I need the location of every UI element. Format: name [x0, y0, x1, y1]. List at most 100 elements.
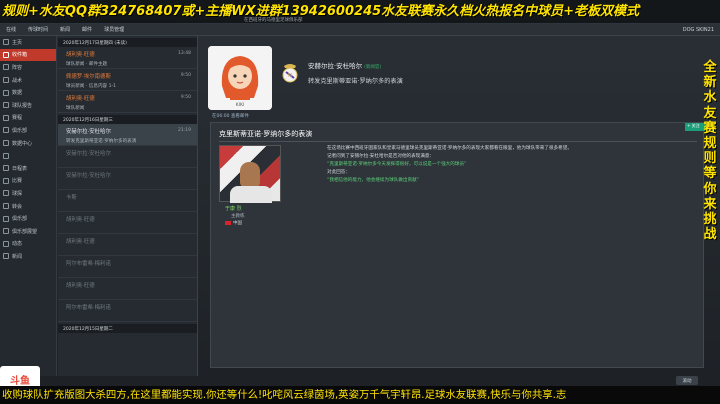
overlay-banner-top: 规则+水友QQ群324768407或+主播WX进群13942600245水友联赛… — [2, 4, 640, 19]
menu-item[interactable]: 新闻 — [54, 26, 76, 33]
message-sender: 阿尔布雷希·梅利诺 — [66, 261, 111, 267]
sidebar-item[interactable]: 日程表 — [0, 162, 56, 175]
sender-role-tag: (新闻官) — [364, 65, 382, 70]
sidebar-icon — [3, 77, 9, 84]
message-subject: 转发克里斯蒂亚诺·罗纳尔多的表演 — [308, 78, 403, 85]
message-item[interactable]: 胡利奥·旺德 — [58, 234, 197, 256]
banner-char: 战 — [703, 227, 717, 243]
message-item[interactable]: 胡利奥·旺德 — [58, 212, 197, 234]
menu-item[interactable]: 邮件 — [76, 26, 98, 33]
sidebar-item[interactable]: 球探 — [0, 187, 56, 200]
banner-char: 规 — [703, 136, 717, 152]
message-item[interactable]: 胡利奥·旺德 — [58, 278, 197, 300]
overlay-banner-right: 全新水友赛规则等你来挑战 — [701, 60, 719, 242]
sidebar-item[interactable]: 动态 — [0, 238, 56, 251]
sidebar-item[interactable]: 数据中心 — [0, 137, 56, 150]
sender-avatar: KIKI — [208, 46, 272, 110]
sidebar-item-label: 收件箱 — [12, 52, 28, 59]
sidebar-item-label: 球队报告 — [12, 102, 33, 109]
sidebar-item[interactable]: 新闻 — [0, 250, 56, 263]
player-face — [240, 162, 260, 188]
sidebar-item-label: 战术 — [12, 77, 23, 84]
sidebar-item[interactable]: 俱乐部 — [0, 212, 56, 225]
banner-char: 挑 — [703, 212, 717, 228]
sidebar-item[interactable]: 战术 — [0, 74, 56, 87]
message-body: 在这场比赛中西班牙国家队和皇家马德里球员克里斯蒂亚诺·罗纳尔多的表现大家都看在眼… — [327, 145, 697, 185]
message-item[interactable]: 安赫尔拉·安杜哈尔 — [58, 168, 197, 190]
banner-char: 水 — [703, 90, 717, 106]
sidebar-item[interactable]: 转会 — [0, 200, 56, 213]
message-subject: 转发克里斯蒂亚诺·罗纳尔多的表演 — [66, 139, 137, 144]
sidebar-item[interactable]: 主页 — [0, 36, 56, 49]
body-para: 记者问到了安赫尔拉·安杜哈尔是否对他的表现满意： — [327, 154, 435, 159]
message-item[interactable]: 佩德罗·埃尔南德斯 球员新闻 · 信息内容 1-1 9:50 — [58, 69, 197, 91]
menu-item[interactable]: 传球时间 — [22, 26, 54, 33]
menu-bar: 在线 传球时间 新闻 邮件 球员管理 DOG SKIN21 — [0, 24, 720, 36]
svg-text:M: M — [288, 73, 292, 79]
message-sender: 胡利奥·旺德 — [66, 283, 95, 289]
sidebar-item[interactable]: 比赛 — [0, 175, 56, 188]
scroll-button[interactable]: 滚动 — [676, 376, 698, 385]
banner-char: 新 — [703, 75, 717, 91]
message-item[interactable]: 胡利奥·旺德 球队新闻 9:50 — [58, 91, 197, 113]
sidebar-item[interactable]: 阵容 — [0, 61, 56, 74]
sidebar-item-label: 动态 — [12, 241, 23, 248]
message-time: 21:19 — [178, 128, 191, 133]
player-position: 主教练 — [231, 214, 245, 219]
sidebar-item-label: 俱乐部展望 — [12, 228, 38, 235]
sidebar-icon — [3, 190, 9, 197]
sidebar-item[interactable]: 数据 — [0, 86, 56, 99]
sidebar-icon — [3, 152, 9, 159]
sender-name: 安赫尔拉·安杜哈尔 (新闻官) — [308, 60, 381, 70]
sidebar-item[interactable] — [0, 149, 56, 162]
message-list: 2020年12月17日星期四 (未读) 胡利奥·旺德 球队新闻 · 邮件主题 13:4… — [58, 36, 198, 376]
banner-char: 则 — [703, 151, 717, 167]
message-time: 9:50 — [180, 95, 191, 100]
menu-item[interactable]: 球员管理 — [98, 26, 130, 33]
sidebar-icon — [3, 253, 9, 260]
message-item[interactable]: 安赫尔拉·安杜哈尔转发克里斯蒂亚诺·罗纳尔多的表演 21:19 — [58, 124, 197, 146]
sidebar-item[interactable]: 赛程 — [0, 112, 56, 125]
message-group-header: 2020年12月15日星期二 — [58, 324, 197, 333]
real-madrid-crest-icon: M — [282, 64, 298, 83]
sidebar-icon — [3, 228, 9, 235]
sidebar-item-label: 赛程 — [12, 115, 23, 122]
sidebar-item[interactable]: 俱乐部展望 — [0, 225, 56, 238]
profile-name[interactable]: DOG SKIN21 — [677, 27, 720, 33]
message-item[interactable]: 阿尔布雷希·梅利诺 — [58, 300, 197, 322]
message-item[interactable]: 安赫尔拉·安杜哈尔 — [58, 146, 197, 168]
player-photo — [219, 145, 281, 203]
sidebar-icon — [3, 39, 9, 46]
message-item[interactable]: 阿尔布雷希·梅利诺 — [58, 256, 197, 278]
sidebar-item[interactable]: 俱乐部 — [0, 124, 56, 137]
message-sender: 安赫尔拉·安杜哈尔 — [66, 129, 111, 135]
message-subject: 球队新闻 · 邮件主题 — [66, 62, 108, 67]
body-para: 对此回答： — [327, 170, 350, 175]
player-nation: 中国 — [225, 220, 242, 226]
sidebar-item-label: 阵容 — [12, 64, 23, 71]
sidebar-icon — [3, 51, 9, 58]
sidebar-item-label: 俱乐部 — [12, 127, 28, 134]
sidebar-item[interactable]: 球队报告 — [0, 99, 56, 112]
banner-char: 友 — [703, 105, 717, 121]
sidebar-item-label: 数据 — [12, 90, 23, 97]
menu-item[interactable]: 在线 — [0, 26, 22, 33]
message-group-header: 2020年12月16日星期三 — [58, 115, 197, 124]
sidebar-item-label: 比赛 — [12, 178, 23, 185]
message-sender: 胡利奥·旺德 — [66, 52, 95, 58]
sidebar-item[interactable]: 收件箱 — [0, 48, 56, 62]
message-sender: 胡利奥·旺德 — [66, 217, 95, 223]
top-bar: 规则+水友QQ群324768407或+主播WX进群13942600245水友联赛… — [0, 0, 720, 24]
sidebar-item-label: 球探 — [12, 190, 23, 197]
sidebar-icon — [3, 177, 9, 184]
message-item[interactable]: 卡斯 — [58, 190, 197, 212]
player-nation-text: 中国 — [233, 221, 242, 226]
message-item[interactable]: 胡利奥·旺德 球队新闻 · 邮件主题 13:48 — [58, 47, 197, 69]
message-group-header: 2020年12月17日星期四 (未读) — [58, 38, 197, 47]
overlay-banner-bottom: 收购球队扩充版图大杀四方,在这里都能实现.你还等什么!叱咤风云绿茵场,英姿万千气… — [0, 386, 720, 404]
divider — [219, 141, 697, 142]
message-sender: 卡斯 — [66, 195, 77, 201]
body-quote: “克里斯蒂亚诺·罗纳尔多今天发挥得很好，可以说是一个强大的球员” — [327, 162, 467, 167]
sender-name-text: 安赫尔拉·安杜哈尔 — [308, 62, 363, 70]
player-name[interactable]: 于康 烈 — [225, 205, 242, 212]
